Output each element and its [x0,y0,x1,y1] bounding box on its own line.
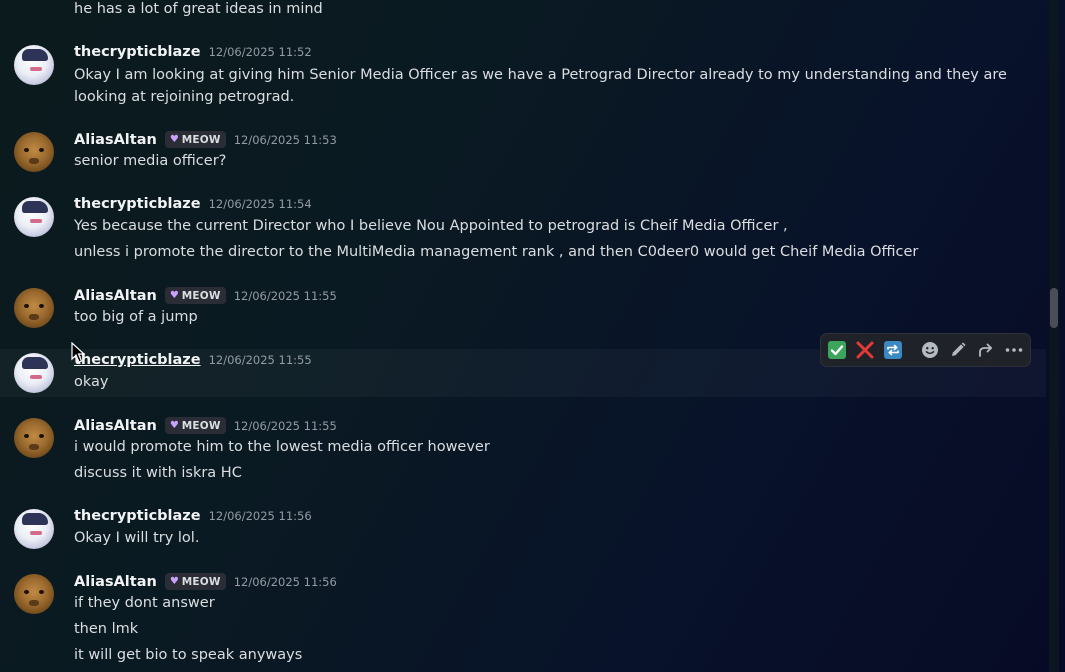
message-text: discuss it with iskra HC [74,465,242,481]
timestamp[interactable]: 12/06/2025 11:56 [234,575,337,589]
message-header: AliasAltan ♥ MEOW 12/06/2025 11:55 [74,417,337,434]
message-text: Yes because the current Director who I b… [74,218,788,234]
heart-icon: ♥ [169,420,179,431]
message-text: Okay I am looking at giving him Senior M… [74,67,1007,105]
guild-tag-label: MEOW [181,289,221,302]
cross-reaction-icon[interactable] [855,340,875,360]
message-text: Okay I will try lol. [74,530,200,546]
username[interactable]: thecrypticblaze [74,196,201,212]
guild-tag[interactable]: ♥ MEOW [164,287,226,304]
guild-tag[interactable]: ♥ MEOW [164,417,226,434]
avatar[interactable] [14,288,54,328]
message-header: AliasAltan ♥ MEOW 12/06/2025 11:56 [74,573,337,590]
guild-tag-label: MEOW [181,575,221,588]
message-text: if they dont answer [74,595,215,611]
forward-icon[interactable] [976,340,996,360]
guild-tag[interactable]: ♥ MEOW [164,573,226,590]
message-text: okay [74,374,109,390]
scrollbar-track[interactable] [1049,0,1059,672]
message-text: too big of a jump [74,309,198,325]
timestamp[interactable]: 12/06/2025 11:55 [209,353,312,367]
message-header: AliasAltan ♥ MEOW 12/06/2025 11:55 [74,287,337,304]
edit-icon[interactable] [948,340,968,360]
scrollbar-thumb[interactable] [1050,288,1058,328]
avatar[interactable] [14,509,54,549]
timestamp[interactable]: 12/06/2025 11:55 [234,289,337,303]
message-text: senior media officer? [74,153,227,169]
avatar[interactable] [14,353,54,393]
mouse-cursor-icon [71,341,86,368]
username[interactable]: thecrypticblaze [74,508,201,524]
username[interactable]: AliasAltan [74,418,157,434]
heart-icon: ♥ [169,290,179,301]
message-header: AliasAltan ♥ MEOW 12/06/2025 11:53 [74,131,337,148]
timestamp[interactable]: 12/06/2025 11:53 [234,133,337,147]
guild-tag-label: MEOW [181,133,221,146]
timestamp[interactable]: 12/06/2025 11:54 [209,197,312,211]
message-text: then lmk [74,621,139,637]
guild-tag-label: MEOW [181,419,221,432]
message-header: thecrypticblaze 12/06/2025 11:54 [74,196,312,212]
avatar[interactable] [14,418,54,458]
more-icon[interactable] [1004,340,1024,360]
timestamp[interactable]: 12/06/2025 11:55 [234,419,337,433]
avatar[interactable] [14,45,54,85]
username[interactable]: AliasAltan [74,132,157,148]
timestamp[interactable]: 12/06/2025 11:52 [209,45,312,59]
message-text: he has a lot of great ideas in mind [74,1,323,17]
message-text: it will get bio to speak anyways [74,647,303,663]
username[interactable]: thecrypticblaze [74,352,201,368]
username[interactable]: thecrypticblaze [74,44,201,60]
repeat-reaction-icon[interactable] [883,340,903,360]
username[interactable]: AliasAltan [74,574,157,590]
message-text: unless i promote the director to the Mul… [74,244,919,260]
message-actions-toolbar [820,333,1031,367]
heart-icon: ♥ [169,576,179,587]
message-header: thecrypticblaze 12/06/2025 11:52 [74,44,312,60]
avatar[interactable] [14,197,54,237]
avatar[interactable] [14,132,54,172]
guild-tag[interactable]: ♥ MEOW [164,131,226,148]
timestamp[interactable]: 12/06/2025 11:56 [209,509,312,523]
heart-icon: ♥ [169,134,179,145]
message-header: thecrypticblaze 12/06/2025 11:55 [74,352,312,368]
message-text: i would promote him to the lowest media … [74,439,490,455]
message-header: thecrypticblaze 12/06/2025 11:56 [74,508,312,524]
check-reaction-icon[interactable] [827,340,847,360]
username[interactable]: AliasAltan [74,288,157,304]
add-reaction-icon[interactable] [920,340,940,360]
avatar[interactable] [14,574,54,614]
